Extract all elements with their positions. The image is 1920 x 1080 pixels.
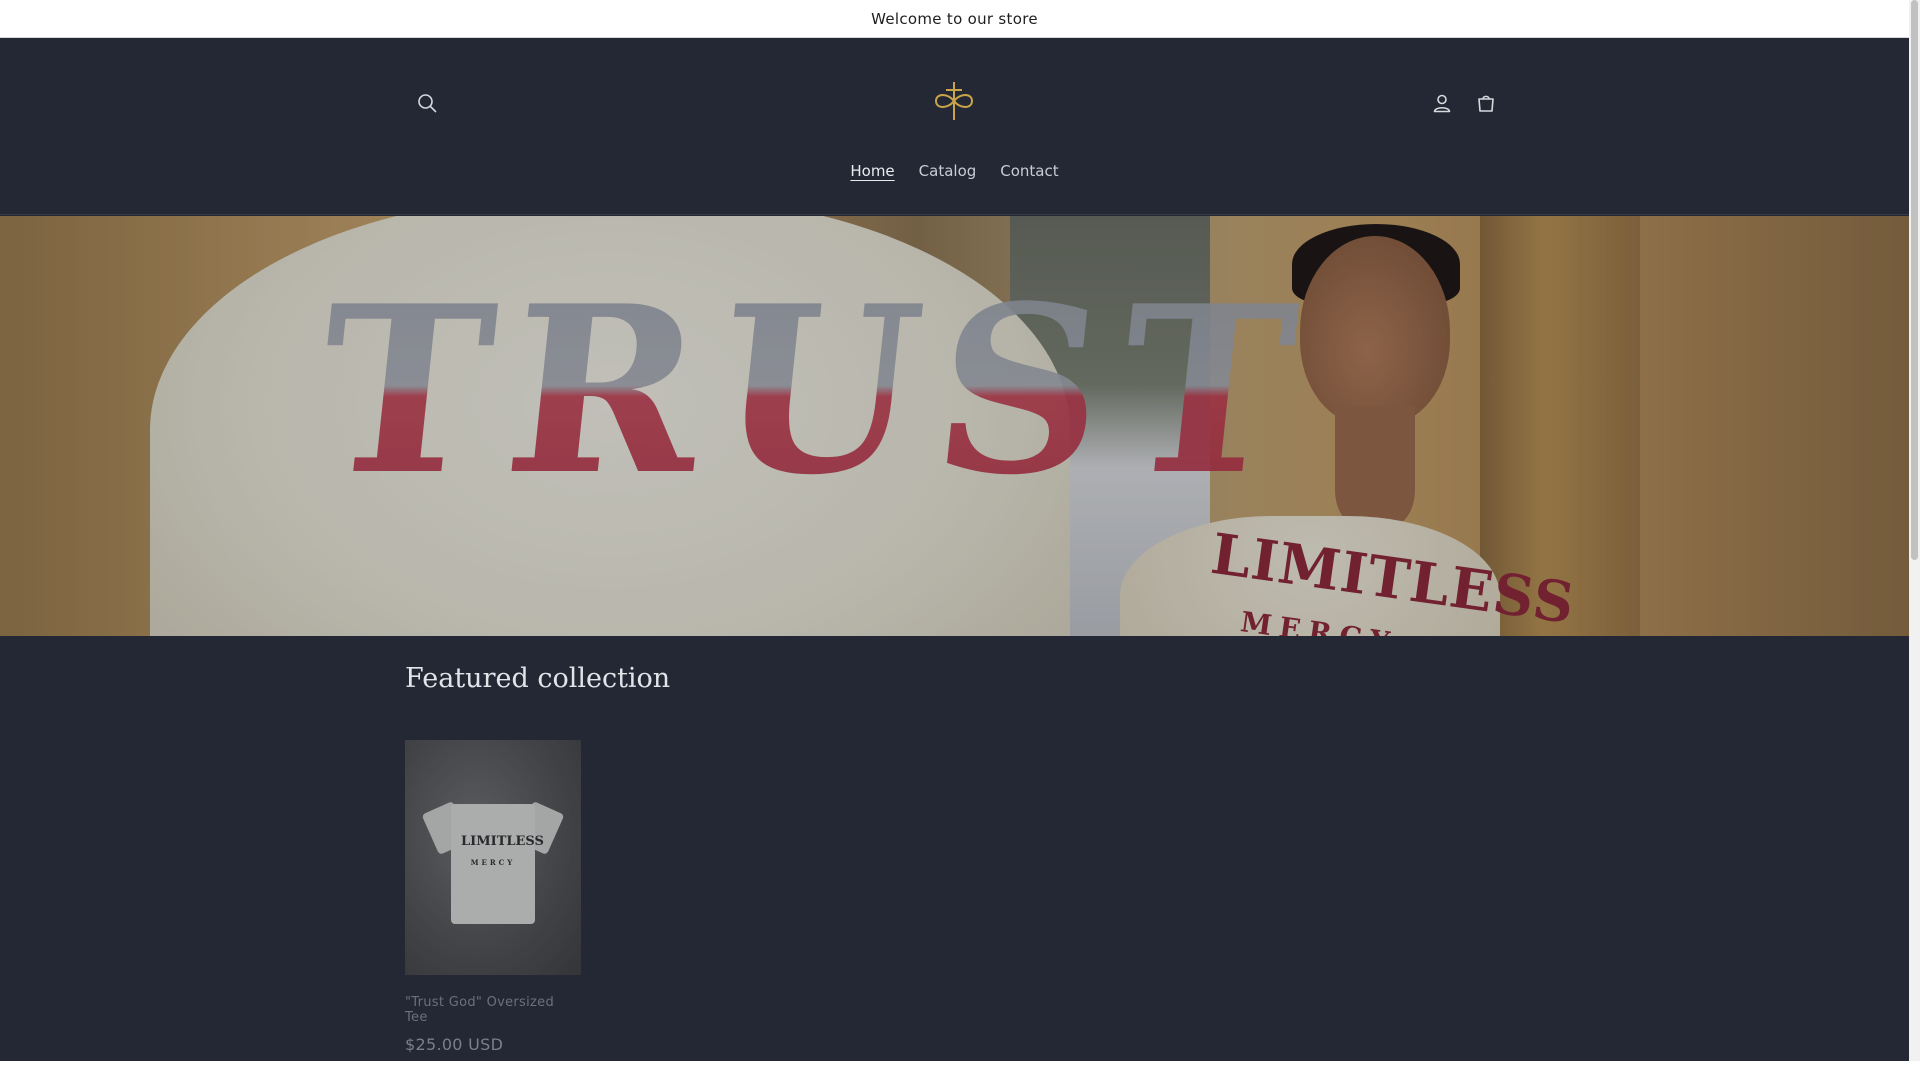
featured-collection-title: Featured collection	[405, 663, 671, 694]
cross-infinity-logo-icon	[934, 82, 974, 120]
product-name[interactable]: "Trust God" Oversized Tee	[405, 995, 581, 1025]
page: Welcome to our store Home Catalog Contac…	[0, 0, 1920, 1080]
announcement-bar: Welcome to our store	[0, 0, 1909, 38]
page-scrollbar[interactable]	[1909, 0, 1920, 1061]
nav-item-home[interactable]: Home	[838, 156, 906, 192]
nav-item-catalog[interactable]: Catalog	[907, 156, 989, 192]
search-icon	[418, 94, 437, 113]
nav-item-contact[interactable]: Contact	[988, 156, 1070, 192]
product-price: $25.00 USD	[405, 1035, 504, 1054]
storefront-viewport: Welcome to our store Home Catalog Contac…	[0, 0, 1909, 1061]
search-button[interactable]	[408, 84, 446, 122]
product-card[interactable]: LIMITLESS MERCY "Trust God" Oversized Te…	[405, 740, 581, 1054]
product-image-overlay	[405, 740, 581, 975]
main-navigation: Home Catalog Contact	[0, 156, 1909, 192]
site-header: Home Catalog Contact	[0, 38, 1909, 215]
store-logo[interactable]	[923, 78, 985, 124]
scrollbar-thumb[interactable]	[1911, 0, 1918, 560]
account-icon	[1433, 94, 1451, 113]
hero-banner-image: TRUST LIMITLESS MERCY	[0, 216, 1909, 636]
hero-overlay	[0, 216, 1909, 636]
account-button[interactable]	[1423, 84, 1461, 122]
product-image[interactable]: LIMITLESS MERCY	[405, 740, 581, 975]
cart-button[interactable]	[1467, 84, 1505, 122]
announcement-text: Welcome to our store	[871, 9, 1038, 28]
cart-icon	[1478, 95, 1494, 112]
